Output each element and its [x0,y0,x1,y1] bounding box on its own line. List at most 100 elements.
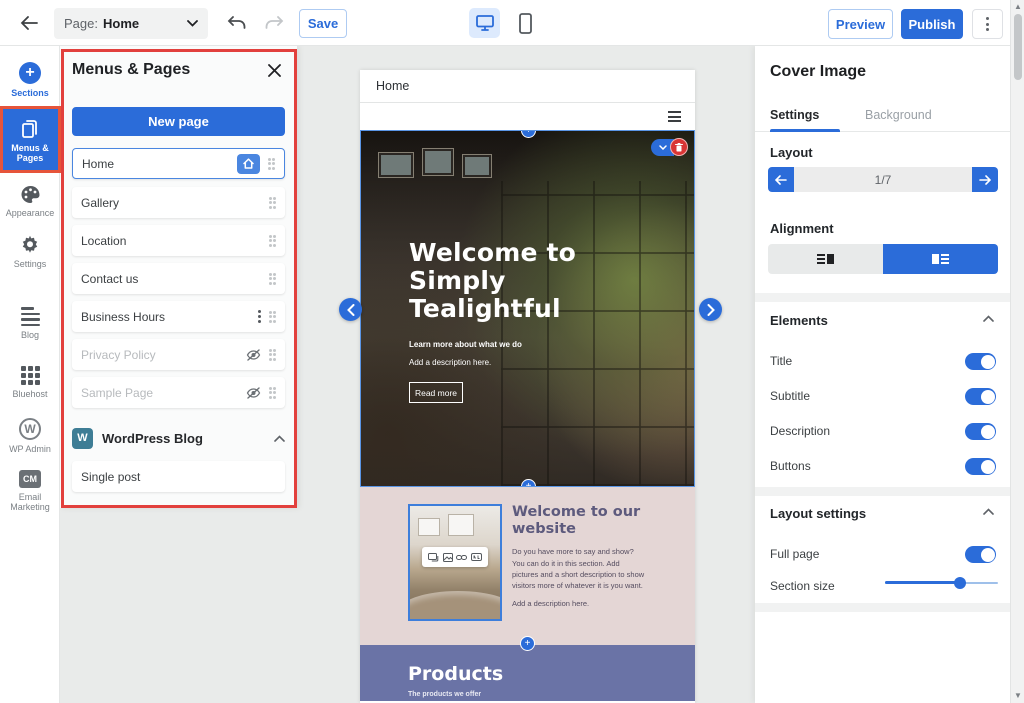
preview-page-tab[interactable]: Home [360,70,695,103]
mobile-view-toggle[interactable] [515,11,535,36]
home-icon [237,154,260,174]
add-section-above-button[interactable]: + [521,130,536,138]
hero-section[interactable]: + Welcome to Simply Tealightful Learn mo… [360,130,695,487]
topbar: Page: Home Save Preview Publish [0,0,1024,46]
preview-button[interactable]: Preview [828,9,893,39]
sidebar-item-menus-pages[interactable]: Menus & Pages [0,109,60,173]
drag-handle[interactable] [269,273,277,285]
alt-text-icon[interactable] [471,553,482,561]
welcome-section-text: Welcome to our website Do you have more … [512,504,648,608]
divider [755,293,1010,302]
scroll-down-arrow[interactable]: ▼ [1014,692,1022,700]
section-size-slider[interactable] [885,576,998,590]
slider-knob[interactable] [954,577,966,589]
toggle-subtitle[interactable] [965,388,996,405]
more-options-button[interactable] [972,9,1003,39]
sidebar-item-bluehost[interactable]: Bluehost [0,366,60,399]
page-item-single-post[interactable]: Single post [72,461,285,492]
toggle-buttons[interactable] [965,458,996,475]
page-item-location[interactable]: Location [72,225,285,256]
replace-image-icon[interactable] [428,553,439,562]
hero-photo-decoration [423,149,453,175]
page-item-privacy-policy[interactable]: Privacy Policy [72,339,285,370]
welcome-section-body[interactable]: Do you have more to say and show? You ca… [512,546,648,591]
plus-circle-icon: + [19,62,41,84]
page-item-sample-page[interactable]: Sample Page [72,377,285,408]
back-button[interactable] [16,11,42,35]
publish-button[interactable]: Publish [901,9,963,39]
drag-handle[interactable] [268,158,276,170]
drag-handle[interactable] [269,235,277,247]
save-button[interactable]: Save [299,9,347,38]
eye-off-icon [246,349,261,361]
collapse-elements-button[interactable] [983,315,994,322]
next-section-arrow[interactable] [699,298,722,321]
collapse-layout-settings-button[interactable] [983,508,994,515]
tab-settings[interactable]: Settings [770,96,840,131]
products-title[interactable]: Products [408,663,503,685]
add-section-below-button[interactable]: + [521,479,536,487]
close-icon [268,64,281,77]
sidebar-item-wp-admin[interactable]: W WP Admin [0,418,60,454]
undo-button[interactable] [224,12,248,34]
welcome-section-note[interactable]: Add a description here. [512,599,648,608]
window-scrollbar[interactable]: ▲ ▼ [1010,0,1024,703]
hero-title[interactable]: Welcome to Simply Tealightful [409,239,649,323]
align-text-left-option[interactable] [768,244,883,274]
sidebar-item-appearance[interactable]: Appearance [0,185,60,218]
align-right-icon [932,254,949,264]
hero-subtitle[interactable]: Learn more about what we do [409,340,649,349]
eye-off-icon [246,387,261,399]
tab-background[interactable]: Background [865,96,935,131]
desktop-view-toggle[interactable] [469,8,500,38]
scrollbar-thumb[interactable] [1014,14,1022,80]
welcome-section-title[interactable]: Welcome to our website [512,504,648,537]
drag-handle[interactable] [269,387,277,399]
sidebar-item-blog[interactable]: Blog [0,307,60,340]
section-image[interactable] [408,504,502,621]
layout-settings-header: Layout settings [770,506,866,521]
toggle-description[interactable] [965,423,996,440]
redo-button[interactable] [262,12,286,34]
image-icon[interactable] [443,553,453,562]
page-item-home[interactable]: Home [72,148,285,179]
sidebar-item-sections[interactable]: + Sections [0,62,60,98]
delete-section-button[interactable] [670,138,688,156]
products-section[interactable]: Products The products we offer [360,645,695,701]
close-panel-button[interactable] [265,61,283,79]
drag-handle[interactable] [269,311,277,323]
page-item-gallery[interactable]: Gallery [72,187,285,218]
wordpress-blog-group-header[interactable]: W WordPress Blog [72,424,285,452]
products-body[interactable]: The products we offer [408,691,481,698]
page-item-business-hours[interactable]: Business Hours [72,301,285,332]
drag-handle[interactable] [269,197,277,209]
drag-handle[interactable] [269,349,277,361]
read-more-button[interactable]: Read more [409,382,463,403]
site-navbar [360,103,695,130]
layout-prev-button[interactable] [768,167,794,192]
new-page-button[interactable]: New page [72,107,285,136]
prev-section-arrow[interactable] [339,298,362,321]
blog-lines-icon [21,307,40,326]
hero-description[interactable]: Add a description here. [409,358,649,367]
toggle-full-page[interactable] [965,546,996,563]
image-decoration [408,591,502,621]
website-builder-app: Page: Home Save Preview Publish [0,0,1024,703]
sidebar-item-settings[interactable]: Settings [0,235,60,269]
page-selector[interactable]: Page: Home [54,8,208,39]
hamburger-menu-icon[interactable] [668,111,681,122]
page-item-contact-us[interactable]: Contact us [72,263,285,294]
scroll-up-arrow[interactable]: ▲ [1014,3,1022,11]
add-section-button[interactable]: + [520,636,535,651]
layout-next-button[interactable] [972,167,998,192]
chevron-up-icon [274,435,285,442]
link-icon[interactable] [456,554,467,561]
welcome-section[interactable]: Welcome to our website Do you have more … [360,487,695,645]
page-menu-button[interactable] [258,310,261,323]
align-text-right-option[interactable] [883,244,998,274]
cm-badge-icon: CM [19,470,41,488]
inspector-tabs: Settings Background [755,96,1010,132]
hero-content: Welcome to Simply Tealightful Learn more… [409,239,649,403]
sidebar-item-email-marketing[interactable]: CM Email Marketing [0,470,60,513]
toggle-title[interactable] [965,353,996,370]
